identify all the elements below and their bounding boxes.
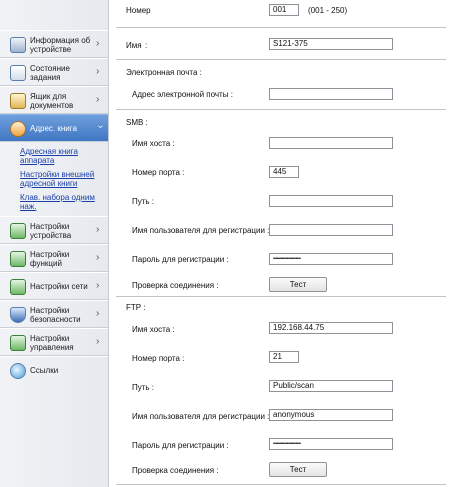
sidebar-item-label: Ссылки — [30, 366, 59, 375]
smb-user-label: Имя пользователя для регистрации : — [132, 226, 270, 235]
smb-test-button[interactable]: Тест — [269, 277, 327, 292]
name-colon: : — [145, 41, 148, 50]
sidebar-item-function-settings[interactable]: Настройки функций › — [0, 244, 108, 272]
smb-password-field[interactable]: •••••••••••••••••••••• — [269, 253, 393, 265]
divider — [116, 484, 446, 485]
number-field[interactable]: 001 — [269, 4, 299, 16]
number-range: (001 - 250) — [308, 6, 348, 15]
name-label: Имя — [126, 41, 142, 50]
sidebar-item-address-book[interactable]: Адрес. книга › — [0, 114, 108, 142]
divider — [116, 27, 446, 28]
ftp-password-label: Пароль для регистрации : — [132, 441, 229, 450]
sidebar-item-label: Информация об устройстве — [30, 36, 91, 54]
sidebar-item-device-info[interactable]: Информация об устройстве › — [0, 30, 108, 58]
sidebar-item-security-settings[interactable]: Настройки безопасности › — [0, 300, 108, 328]
chevron-right-icon: › — [96, 308, 100, 319]
divider — [116, 296, 446, 297]
job-status-icon — [10, 65, 26, 81]
sidebar: Информация об устройстве › Состояние зад… — [0, 0, 109, 487]
chevron-right-icon: › — [96, 252, 100, 263]
ftp-port-label: Номер порта : — [132, 354, 185, 363]
email-address-field[interactable] — [269, 88, 393, 100]
smb-test-label: Проверка соединения : — [132, 281, 219, 290]
smb-host-label: Имя хоста : — [132, 139, 175, 148]
ftp-password-field[interactable]: •••••••••••••••••••••• — [269, 438, 393, 450]
smb-port-field[interactable]: 445 — [269, 166, 299, 178]
chevron-right-icon: › — [96, 94, 100, 105]
ftp-test-label: Проверка соединения : — [132, 466, 219, 475]
ftp-section-title: FTP : — [126, 303, 146, 312]
sidebar-item-label: Адрес. книга — [30, 124, 77, 133]
sidebar-item-job-status[interactable]: Состояние задания › — [0, 58, 108, 86]
ftp-test-button[interactable]: Тест — [269, 462, 327, 477]
chevron-right-icon: › — [96, 280, 100, 291]
sidebar-item-management-settings[interactable]: Настройки управления › — [0, 328, 108, 356]
smb-path-label: Путь : — [132, 197, 155, 206]
document-box-icon — [10, 93, 26, 109]
network-settings-icon — [10, 279, 26, 295]
chevron-right-icon: › — [96, 66, 100, 77]
address-book-icon — [10, 121, 26, 137]
chevron-right-icon: › — [96, 224, 100, 235]
chevron-down-icon: › — [95, 125, 106, 129]
email-section-title: Электронная почта : — [126, 68, 202, 77]
sidebar-item-label: Настройки устройства — [30, 222, 72, 240]
management-settings-icon — [10, 335, 26, 351]
chevron-right-icon: › — [96, 336, 100, 347]
sidebar-item-label: Настройки управления — [30, 334, 74, 352]
chevron-right-icon: › — [96, 38, 100, 49]
sublink-external-address-book[interactable]: Настройки внешней адресной книги — [20, 170, 106, 188]
sidebar-item-label: Настройки сети — [30, 282, 88, 291]
device-settings-icon — [10, 223, 26, 239]
ftp-path-label: Путь : — [132, 383, 155, 392]
smb-password-label: Пароль для регистрации : — [132, 255, 229, 264]
sidebar-item-links[interactable]: Ссылки — [0, 356, 108, 384]
links-icon — [10, 363, 26, 379]
ftp-user-label: Имя пользователя для регистрации : — [132, 412, 270, 421]
sidebar-item-label: Ящик для документов — [30, 92, 74, 110]
smb-path-field[interactable] — [269, 195, 393, 207]
name-field[interactable]: S121-375 — [269, 38, 393, 50]
ftp-port-field[interactable]: 21 — [269, 351, 299, 363]
ftp-path-field[interactable]: Public/scan — [269, 380, 393, 392]
sidebar-item-device-settings[interactable]: Настройки устройства › — [0, 216, 108, 244]
sidebar-item-network-settings[interactable]: Настройки сети › — [0, 272, 108, 300]
sidebar-item-label: Настройки функций — [30, 250, 70, 268]
smb-host-field[interactable] — [269, 137, 393, 149]
sublink-machine-address-book[interactable]: Адресная книга аппарата — [20, 147, 106, 165]
divider — [116, 59, 446, 60]
sidebar-item-label: Состояние задания — [30, 64, 70, 82]
sidebar-item-document-box[interactable]: Ящик для документов › — [0, 86, 108, 114]
address-entry-form: Номер 001 (001 - 250) Имя : S121-375 Эле… — [116, 0, 474, 487]
sidebar-item-label: Настройки безопасности — [30, 306, 81, 324]
smb-user-field[interactable] — [269, 224, 393, 236]
number-label: Номер — [126, 6, 151, 15]
smb-section-title: SMB : — [126, 118, 148, 127]
sublink-one-touch-key[interactable]: Клав. набора одним наж. — [20, 193, 106, 211]
device-info-icon — [10, 37, 26, 53]
security-settings-icon — [10, 307, 26, 323]
divider — [116, 109, 446, 110]
ftp-host-field[interactable]: 192.168.44.75 — [269, 322, 393, 334]
email-address-label: Адрес электронной почты : — [132, 90, 233, 99]
function-settings-icon — [10, 251, 26, 267]
smb-port-label: Номер порта : — [132, 168, 185, 177]
ftp-user-field[interactable]: anonymous — [269, 409, 393, 421]
ftp-host-label: Имя хоста : — [132, 325, 175, 334]
